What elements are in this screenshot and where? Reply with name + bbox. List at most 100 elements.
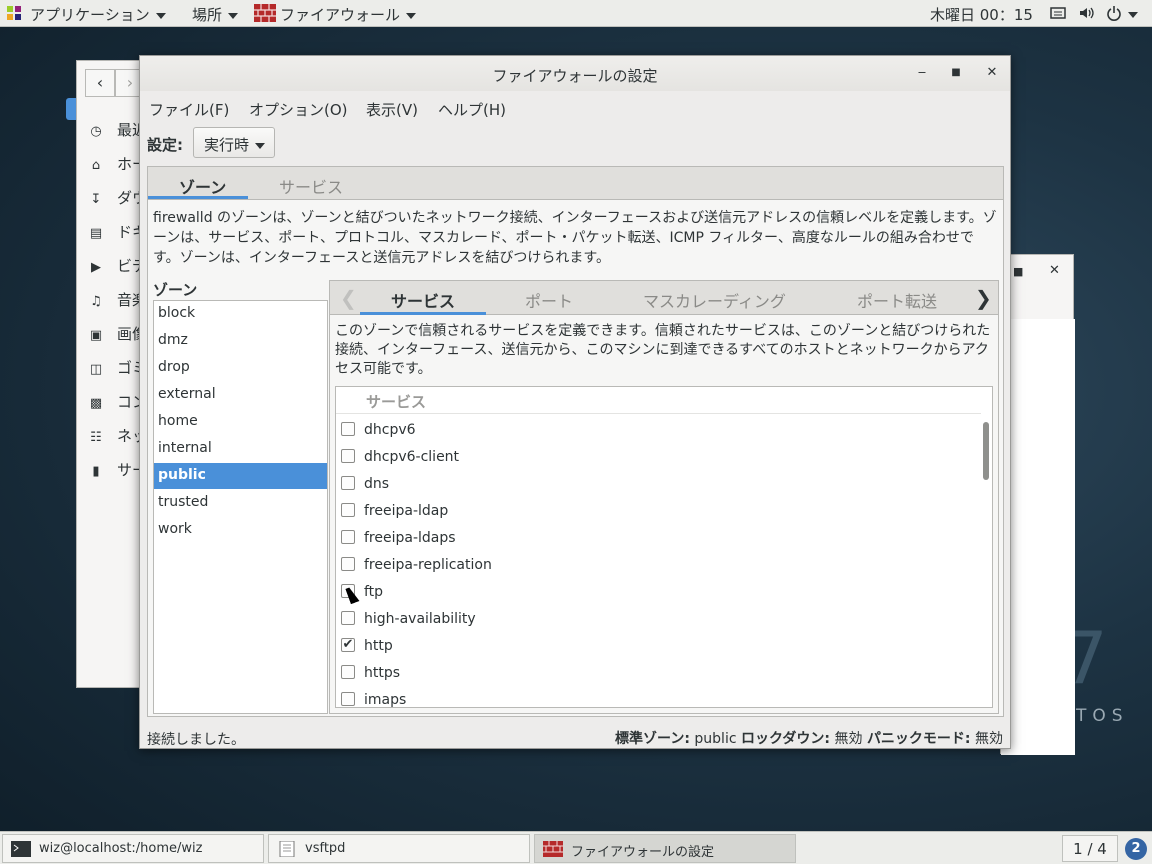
sidebar-item[interactable]: ♫ 音楽	[87, 289, 147, 310]
sidebar-item[interactable]: ▩ コン	[87, 391, 147, 412]
zone-item-work[interactable]: work	[154, 517, 327, 543]
download-icon: ↧	[90, 192, 102, 207]
zone-settings-pane: ❮ サービス ポート マスカレーディング ポート転送 ❯ このゾーンで信頼される…	[329, 280, 999, 714]
camera-icon: ▣	[89, 328, 103, 343]
firewall-icon	[543, 841, 563, 857]
background-window-content	[1001, 319, 1075, 755]
service-column-header[interactable]: サービス	[366, 391, 426, 412]
subtab-services-indicator	[360, 312, 486, 315]
zone-item-dmz[interactable]: dmz	[154, 328, 327, 354]
trash-icon: ◫	[89, 362, 103, 377]
music-icon: ♫	[90, 294, 102, 309]
tab-services[interactable]: サービス	[279, 174, 343, 198]
workspace-indicator[interactable]: 1 / 4	[1062, 835, 1118, 862]
service-checkbox-dhcpv6-client[interactable]	[341, 449, 355, 463]
service-checkbox-http[interactable]: ✔	[341, 638, 355, 652]
service-name: freeipa-replication	[364, 557, 492, 573]
tab-scroll-left-icon[interactable]: ❮	[340, 286, 357, 310]
service-checkbox-freeipa-replication[interactable]	[341, 557, 355, 571]
service-checkbox-imaps[interactable]	[341, 692, 355, 706]
service-row: high-availability	[336, 606, 981, 633]
tab-zones[interactable]: ゾーン	[179, 174, 226, 198]
background-window: ■ ✕	[1000, 254, 1075, 755]
service-name: imaps	[364, 692, 407, 708]
power-icon[interactable]	[1106, 5, 1122, 25]
subtab-masquerading[interactable]: マスカレーディング	[643, 288, 786, 312]
sidebar-item[interactable]: ⌂ ホー	[87, 153, 147, 174]
sidebar-item[interactable]: ▮ サー	[87, 459, 147, 480]
close-button[interactable]: ✕	[981, 64, 1003, 84]
maximize-button[interactable]: ■	[945, 64, 967, 84]
minimize-button[interactable]: ‒	[911, 64, 933, 84]
service-name: dns	[364, 476, 390, 492]
menu-bar: ファイル(F) オプション(O) 表示(V) ヘルプ(H)	[140, 91, 1010, 121]
config-dropdown[interactable]: 実行時	[193, 127, 275, 158]
subtab-services[interactable]: サービス	[391, 288, 455, 312]
service-checkbox-freeipa-ldap[interactable]	[341, 503, 355, 517]
terminal-icon	[11, 841, 31, 857]
zone-item-drop[interactable]: drop	[154, 355, 327, 381]
sidebar-item[interactable]: ◷ 最近	[87, 119, 147, 140]
service-checkbox-dhcpv6[interactable]	[341, 422, 355, 436]
volume-icon[interactable]	[1078, 5, 1094, 25]
menu-options[interactable]: オプション(O)	[249, 99, 348, 120]
sidebar-item[interactable]: ▶ ビデ	[87, 255, 147, 276]
system-menu-caret[interactable]	[1128, 5, 1138, 23]
scrollbar-thumb[interactable]	[983, 422, 989, 480]
menu-help[interactable]: ヘルプ(H)	[438, 99, 506, 120]
zone-item-block[interactable]: block	[154, 301, 327, 327]
service-checkbox-freeipa-ldaps[interactable]	[341, 530, 355, 544]
sidebar-item[interactable]: ☷ ネッ	[87, 425, 147, 446]
service-name: freeipa-ldaps	[364, 530, 456, 546]
service-row: dhcpv6	[336, 417, 981, 444]
sidebar-item[interactable]: ▤ ドキ	[87, 221, 147, 242]
maximize-icon[interactable]: ■	[1013, 265, 1023, 278]
service-checkbox-https[interactable]	[341, 665, 355, 679]
tab-scroll-right-icon[interactable]: ❯	[975, 286, 992, 310]
service-name: https	[364, 665, 401, 681]
service-name: dhcpv6-client	[364, 449, 460, 465]
task-terminal[interactable]: wiz@localhost:/home/wiz	[2, 834, 264, 863]
sidebar-item[interactable]: ◫ ゴミ	[87, 357, 147, 378]
notification-badge[interactable]: 2	[1125, 838, 1147, 860]
clock[interactable]: 木曜日 00：15	[930, 4, 1033, 25]
applications-menu[interactable]: アプリケーション	[30, 4, 166, 25]
zone-pane: firewalld のゾーンは、ゾーンと結びついたネットワーク接続、インターフェ…	[147, 199, 1004, 717]
zone-list[interactable]: block dmz drop external home internal public tr…	[153, 300, 328, 714]
service-row: dhcpv6-client	[336, 444, 981, 471]
service-name: dhcpv6	[364, 422, 416, 438]
service-checkbox-dns[interactable]	[341, 476, 355, 490]
home-icon: ⌂	[91, 158, 101, 173]
panic-mode-label: パニックモード:	[866, 731, 971, 747]
zone-item-external[interactable]: external	[154, 382, 327, 408]
network-icon: ☷	[90, 430, 102, 445]
status-summary: 標準ゾーン: public ロックダウン: 無効 パニックモード: 無効	[615, 728, 1003, 748]
centos-brand-text: TOS	[1076, 706, 1129, 726]
sidebar-item[interactable]: ↧ ダウ	[87, 187, 147, 208]
panic-mode-value: 無効	[975, 731, 1003, 747]
title-bar[interactable]: ファイアウォールの設定 ‒ ■ ✕	[140, 56, 1010, 91]
network-wired-icon[interactable]	[1050, 6, 1066, 24]
service-row: freeipa-ldap	[336, 498, 981, 525]
task-vsftpd[interactable]: vsftpd	[268, 834, 530, 863]
zone-item-internal[interactable]: internal	[154, 436, 327, 462]
zone-item-home[interactable]: home	[154, 409, 327, 435]
service-row: dns	[336, 471, 981, 498]
service-checkbox-high-availability[interactable]	[341, 611, 355, 625]
app-menu[interactable]: ファイアウォール	[280, 4, 417, 25]
task-firewall[interactable]: ファイアウォールの設定	[534, 834, 796, 863]
zone-item-public[interactable]: public	[154, 463, 327, 489]
close-icon[interactable]: ✕	[1049, 263, 1060, 278]
back-button[interactable]: ‹	[85, 69, 115, 97]
default-zone-value: public	[694, 731, 737, 747]
subtab-port-forwarding[interactable]: ポート転送	[857, 288, 937, 312]
service-scrollbar[interactable]	[981, 414, 992, 707]
subtab-ports[interactable]: ポート	[525, 288, 573, 312]
zone-item-trusted[interactable]: trusted	[154, 490, 327, 516]
places-menu[interactable]: 場所	[192, 4, 239, 25]
service-row: imaps	[336, 687, 981, 708]
menu-file[interactable]: ファイル(F)	[149, 99, 229, 120]
sidebar-item[interactable]: ▣ 画像	[87, 323, 147, 344]
desktop-folder-highlight	[66, 98, 76, 120]
menu-view[interactable]: 表示(V)	[366, 99, 418, 120]
